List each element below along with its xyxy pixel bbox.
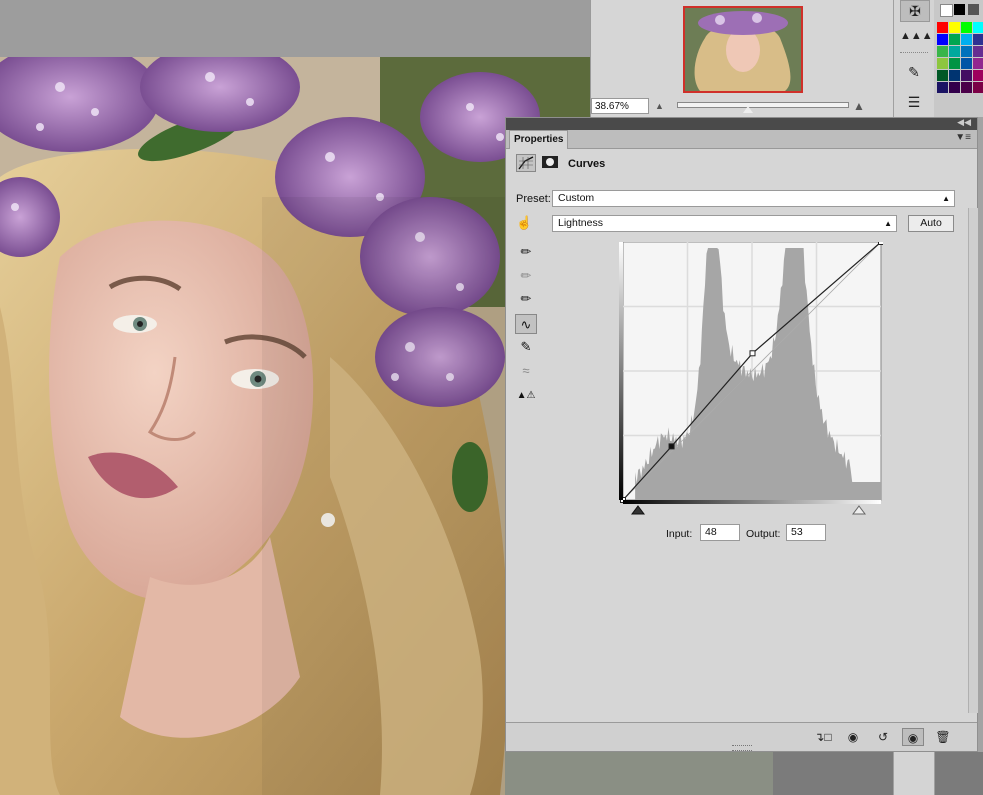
clipping-warning-icon[interactable]: ▲⚠: [515, 386, 537, 406]
swatch[interactable]: [949, 82, 960, 93]
swatch-white[interactable]: [940, 4, 953, 17]
swatch[interactable]: [961, 46, 972, 57]
navigator-panel: 38.67% ▲ ▲: [590, 0, 894, 117]
swatch[interactable]: [949, 70, 960, 81]
mountain-large-icon[interactable]: ▲: [853, 99, 865, 113]
swatch-black[interactable]: [954, 4, 965, 15]
mask-icon[interactable]: [541, 154, 561, 172]
preset-label: Preset:: [516, 193, 551, 205]
eyedropper-black-icon[interactable]: ✏: [515, 242, 537, 262]
panel-tab-row: Properties ▼≡: [506, 130, 977, 149]
reset-icon[interactable]: ↺: [872, 728, 894, 746]
output-gradient-bar: [619, 242, 623, 500]
chevron-updown-icon: ▲: [942, 194, 950, 203]
adjustment-title: Curves: [568, 158, 606, 170]
swatch[interactable]: [937, 34, 948, 45]
input-field[interactable]: 48: [700, 524, 740, 541]
swatch[interactable]: [973, 70, 983, 81]
curve-control-point: [668, 443, 675, 450]
swatch[interactable]: [973, 22, 983, 33]
swatch[interactable]: [949, 46, 960, 57]
adjustments-icon[interactable]: ☰: [900, 92, 928, 112]
swatch[interactable]: [949, 34, 960, 45]
canvas-background: [773, 752, 983, 795]
white-point-slider: [852, 505, 866, 515]
eyedropper-gray-icon[interactable]: ✏: [515, 266, 537, 286]
panel-titlebar[interactable]: ◀◀: [506, 117, 977, 130]
curves-graph-area[interactable]: [619, 239, 884, 519]
swatch[interactable]: [973, 58, 983, 69]
swatch[interactable]: [961, 34, 972, 45]
canvas-background: [0, 0, 590, 57]
histogram-icon[interactable]: ▲▲▲: [900, 26, 933, 46]
brush-presets-icon[interactable]: ✎: [900, 62, 928, 82]
swatch[interactable]: [973, 82, 983, 93]
swatch[interactable]: [961, 58, 972, 69]
swatch[interactable]: [937, 70, 948, 81]
input-label: Input:: [666, 528, 693, 540]
mountain-small-icon[interactable]: ▲: [655, 101, 664, 111]
delete-trash-icon[interactable]: 🗑: [932, 728, 954, 746]
document-image[interactable]: [0, 57, 590, 795]
hand-target-icon[interactable]: ☝: [516, 215, 532, 231]
navigator-thumbnail[interactable]: [683, 6, 803, 93]
swatch[interactable]: [961, 22, 972, 33]
collapse-icon[interactable]: ◀◀: [957, 117, 971, 128]
auto-button[interactable]: Auto: [908, 215, 954, 232]
swatches-panel: [934, 0, 983, 117]
zoom-level-field[interactable]: 38.67%: [591, 98, 649, 114]
swatch[interactable]: [961, 70, 972, 81]
output-field[interactable]: 53: [786, 524, 826, 541]
tab-properties[interactable]: Properties: [509, 130, 569, 149]
resize-grip[interactable]: [732, 745, 752, 751]
channel-value: Lightness: [558, 217, 603, 229]
input-gradient-bar: [623, 500, 881, 504]
eyedropper-white-icon[interactable]: ✏: [515, 289, 537, 309]
mask-glyph: [542, 156, 558, 168]
output-label: Output:: [746, 528, 781, 540]
zoom-slider-thumb[interactable]: [743, 106, 753, 113]
curves-adjustment-icon[interactable]: [516, 154, 536, 172]
swatch[interactable]: [937, 22, 948, 33]
pencil-icon[interactable]: ✎: [515, 337, 537, 357]
smooth-curve-icon[interactable]: ≈: [515, 361, 537, 381]
clip-to-layer-icon[interactable]: ↴□: [812, 728, 834, 746]
curve-control-point: [749, 350, 756, 357]
black-point-slider: [631, 505, 645, 515]
navigator-icon[interactable]: ✠: [900, 0, 930, 22]
swatch-gray[interactable]: [968, 4, 979, 15]
channel-select[interactable]: Lightness ▲: [552, 215, 897, 232]
preset-select[interactable]: Custom ▲: [552, 190, 955, 207]
thumbnail-photo: [685, 8, 801, 91]
view-previous-state-icon[interactable]: ◉: [842, 728, 864, 746]
properties-panel: ◀◀ Properties ▼≡ Curves Preset: Custom ▲…: [505, 117, 978, 752]
swatch[interactable]: [949, 58, 960, 69]
portrait-photo: [0, 57, 590, 795]
swatch[interactable]: [949, 22, 960, 33]
visibility-eye-icon[interactable]: ◉: [902, 728, 924, 746]
swatch[interactable]: [937, 46, 948, 57]
curve-control-point: [878, 239, 884, 245]
chevron-updown-icon: ▲: [884, 219, 892, 228]
swatch[interactable]: [973, 46, 983, 57]
curves-glyph: [518, 156, 534, 170]
dock-separator: [900, 52, 928, 53]
panel-scrollbar[interactable]: [968, 208, 978, 713]
zoom-slider[interactable]: [677, 102, 849, 108]
panel-menu-icon[interactable]: ▼≡: [955, 132, 971, 143]
curves-graph[interactable]: [619, 239, 884, 516]
swatch[interactable]: [937, 58, 948, 69]
canvas-background: [505, 752, 773, 795]
preset-value: Custom: [558, 192, 595, 204]
swatch[interactable]: [973, 34, 983, 45]
curve-point-tool-icon[interactable]: ∿: [515, 314, 537, 334]
swatch[interactable]: [937, 82, 948, 93]
swatch[interactable]: [961, 82, 972, 93]
